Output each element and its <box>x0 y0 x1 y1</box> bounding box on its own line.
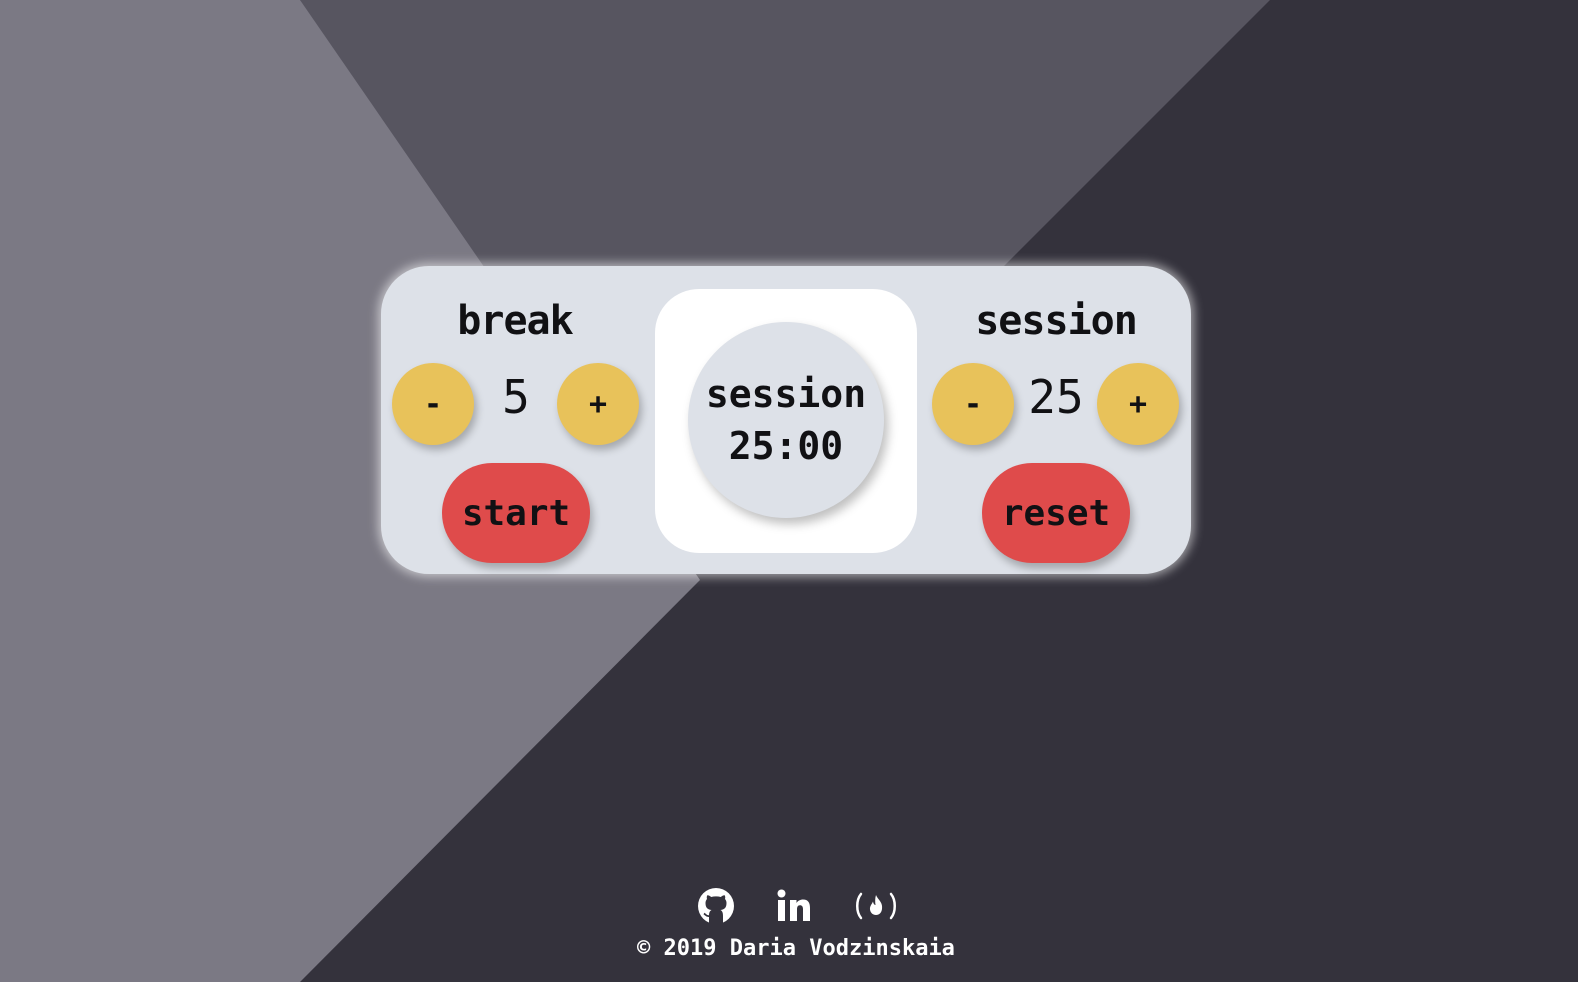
session-decrement-button[interactable]: - <box>932 363 1014 445</box>
copyright-text: © 2019 Daria Vodzinskaia <box>637 936 955 961</box>
start-button[interactable]: start <box>442 463 590 563</box>
footer-links <box>694 884 904 932</box>
reset-button[interactable]: reset <box>982 463 1130 563</box>
timer-display: session 25:00 <box>688 322 884 518</box>
session-length-value: 25 <box>1028 370 1084 424</box>
freecodecamp-icon[interactable] <box>850 884 902 928</box>
break-increment-button[interactable]: + <box>557 363 639 445</box>
break-label: break <box>457 298 573 344</box>
timer-label: session <box>705 372 867 416</box>
session-increment-button[interactable]: + <box>1097 363 1179 445</box>
linkedin-icon[interactable] <box>772 884 816 928</box>
session-label: session <box>975 298 1138 344</box>
break-length-value: 5 <box>502 370 530 424</box>
github-icon[interactable] <box>694 884 738 928</box>
break-decrement-button[interactable]: - <box>392 363 474 445</box>
timer-time: 25:00 <box>728 424 844 468</box>
